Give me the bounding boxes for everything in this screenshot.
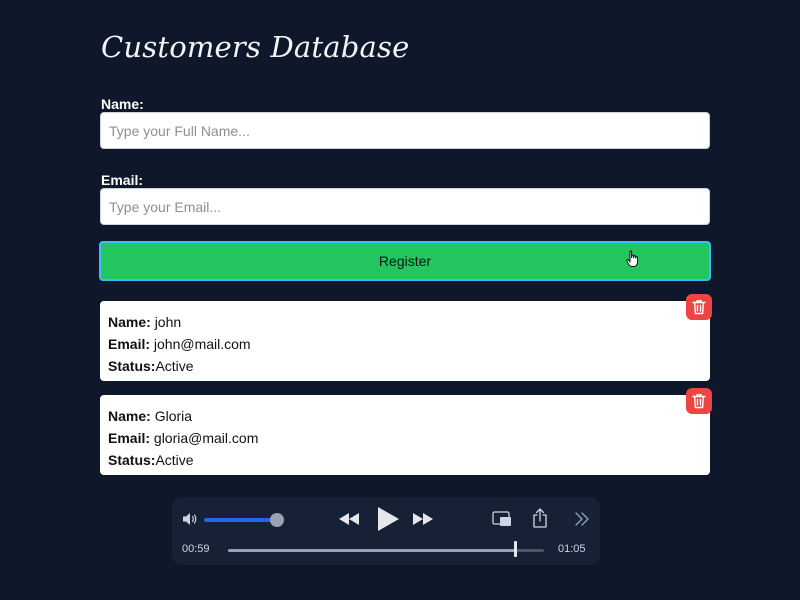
fast-forward-icon[interactable]: [412, 512, 434, 526]
customer-name: john: [154, 314, 182, 330]
share-icon[interactable]: [532, 508, 548, 528]
customer-name-label: Name:: [108, 408, 151, 424]
volume-icon[interactable]: [182, 512, 200, 526]
customer-status: Active: [155, 452, 194, 468]
customer-status-line: Status:Active: [108, 355, 702, 377]
customer-name-line: Name: john: [108, 311, 702, 333]
email-input[interactable]: [100, 188, 710, 225]
customer-status: Active: [155, 358, 194, 374]
customer-email-label: Email:: [108, 430, 151, 446]
progress-bar-fill: [228, 549, 515, 552]
page-title: Customers Database: [101, 30, 410, 64]
customer-name-label: Name:: [108, 314, 151, 330]
rewind-icon[interactable]: [338, 512, 360, 526]
customer-email-line: Email: gloria@mail.com: [108, 427, 702, 449]
customer-status-label: Status:: [108, 452, 156, 468]
customer-email: john@mail.com: [153, 336, 251, 352]
elapsed-time: 00:59: [182, 543, 210, 555]
delete-customer-button[interactable]: [686, 388, 712, 414]
name-label: Name:: [101, 96, 144, 112]
volume-slider-knob[interactable]: [270, 513, 284, 527]
picture-in-picture-icon[interactable]: [492, 511, 512, 527]
email-label: Email:: [101, 172, 144, 188]
customer-card: Name: john Email: john@mail.com Status:A…: [100, 294, 712, 381]
delete-customer-button[interactable]: [686, 294, 712, 320]
customer-card: Name: Gloria Email: gloria@mail.com Stat…: [100, 388, 712, 475]
more-controls-icon[interactable]: [574, 512, 590, 526]
customer-status-label: Status:: [108, 358, 156, 374]
customer-email-label: Email:: [108, 336, 151, 352]
trash-icon: [692, 300, 706, 315]
customer-name: Gloria: [154, 408, 193, 424]
trash-icon: [692, 394, 706, 409]
volume-slider[interactable]: [204, 518, 276, 522]
progress-bar[interactable]: [228, 549, 544, 552]
play-icon[interactable]: [376, 506, 400, 532]
total-time: 01:05: [558, 543, 586, 555]
media-player-controls: 00:59 01:05: [172, 497, 600, 565]
hand-cursor-icon: [626, 250, 639, 267]
progress-scrubber[interactable]: [513, 541, 517, 557]
customer-name-line: Name: Gloria: [108, 405, 702, 427]
customer-status-line: Status:Active: [108, 449, 702, 471]
register-button[interactable]: Register: [99, 241, 711, 281]
customer-email: gloria@mail.com: [153, 430, 259, 446]
name-input[interactable]: [100, 112, 710, 149]
customer-email-line: Email: john@mail.com: [108, 333, 702, 355]
